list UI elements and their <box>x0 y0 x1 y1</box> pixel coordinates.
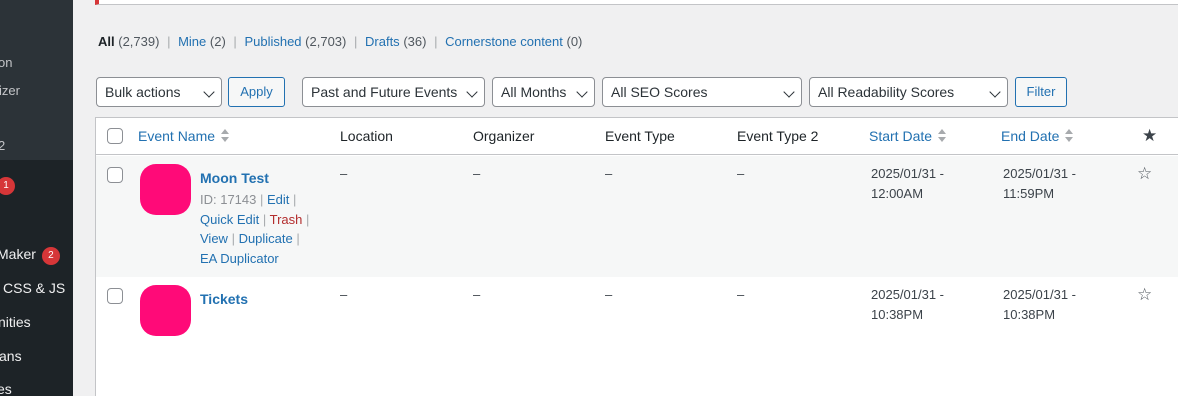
row-checkbox[interactable] <box>107 288 123 304</box>
event-type-cell: – <box>605 166 613 181</box>
row-actions: ID: 17143 | Edit | Quick Edit | Trash | … <box>200 192 310 266</box>
sidebar-submenu <box>0 0 73 160</box>
sidebar-item-css-js[interactable]: CSS & JS <box>3 280 65 296</box>
end-date-cell: 2025/01/31 - 11:59PM <box>1003 164 1076 203</box>
chevron-down-icon <box>203 86 215 98</box>
sidebar-item-es[interactable]: es <box>0 381 12 396</box>
sort-icon <box>937 129 947 143</box>
event-title-link[interactable]: Moon Test <box>200 170 269 186</box>
view-all-label[interactable]: All <box>98 34 115 49</box>
organizer-cell: – <box>473 287 481 302</box>
select-value: Bulk actions <box>105 84 181 100</box>
column-start-date[interactable]: Start Date <box>869 128 947 144</box>
start-date: 2025/01/31 - <box>871 166 945 181</box>
sidebar-item-1[interactable]: izer <box>0 83 20 98</box>
start-time: 12:00AM <box>871 185 924 201</box>
event-scope-select[interactable]: Past and Future Events <box>302 77 485 107</box>
view-cornerstone-link[interactable]: Cornerstone content <box>445 34 563 49</box>
view-all-count: (2,739) <box>118 34 160 49</box>
notification-badge: 1 <box>0 177 15 195</box>
end-time: 11:59PM <box>1003 185 1055 201</box>
select-value: Past and Future Events <box>311 84 458 100</box>
organizer-cell: – <box>473 166 481 181</box>
post-status-views: All (2,739) | Mine (2) | Published (2,70… <box>98 34 583 49</box>
update-badge: 2 <box>41 247 60 265</box>
start-date-cell: 2025/01/31 - 12:00AM <box>871 164 944 203</box>
quick-edit-link[interactable]: Quick Edit <box>200 212 259 227</box>
end-date: 2025/01/31 - <box>1003 287 1077 302</box>
end-date-cell: 2025/01/31 - 10:38PM <box>1003 285 1076 324</box>
start-time: 10:38PM <box>871 306 924 322</box>
location-cell: – <box>340 166 348 181</box>
sidebar-item-0[interactable]: on <box>0 55 12 70</box>
trash-link[interactable]: Trash <box>270 212 303 227</box>
event-type-2-cell: – <box>737 287 745 302</box>
column-event-name[interactable]: Event Name <box>138 128 230 144</box>
column-end-date[interactable]: End Date <box>1001 128 1074 144</box>
apply-button[interactable]: Apply <box>228 77 285 107</box>
view-drafts-count: (36) <box>403 34 427 49</box>
readability-score-select[interactable]: All Readability Scores <box>809 77 1008 107</box>
table-header: Event Name Location Organizer Event Type… <box>96 118 1178 155</box>
column-label: Event Name <box>138 128 216 144</box>
start-date-cell: 2025/01/31 - 10:38PM <box>871 285 944 324</box>
location-cell: – <box>340 287 348 302</box>
duplicate-link[interactable]: Duplicate <box>239 231 293 246</box>
star-outline-icon[interactable]: ☆ <box>1137 165 1152 182</box>
column-event-type-2: Event Type 2 <box>737 128 819 144</box>
view-published-link[interactable]: Published <box>244 34 301 49</box>
table-row: Moon Test ID: 17143 | Edit | Quick Edit … <box>96 156 1178 277</box>
ea-duplicator-link[interactable]: EA Duplicator <box>200 251 279 266</box>
event-thumbnail <box>140 285 191 336</box>
event-thumbnail <box>140 164 191 215</box>
column-label: End Date <box>1001 128 1060 144</box>
column-event-type: Event Type <box>605 128 675 144</box>
end-time: 10:38PM <box>1003 306 1056 322</box>
table-row: Tickets – – – – 2025/01/31 - 10:38PM 2025… <box>96 277 1178 396</box>
view-published-count: (2,703) <box>305 34 347 49</box>
column-organizer: Organizer <box>473 128 535 144</box>
admin-sidebar: on izer 2 1 Maker 2 CSS & JS nities ans e… <box>0 0 73 396</box>
view-mine-link[interactable]: Mine <box>178 34 206 49</box>
admin-notice-edge <box>95 0 1178 5</box>
select-value: All SEO Scores <box>611 84 708 100</box>
sidebar-badge-item[interactable]: 1 <box>0 177 15 195</box>
column-label: Start Date <box>869 128 933 144</box>
sidebar-item-ans[interactable]: ans <box>0 348 22 364</box>
star-outline-icon[interactable]: ☆ <box>1137 286 1152 303</box>
chevron-down-icon <box>989 86 1001 98</box>
sidebar-item-2[interactable]: 2 <box>0 138 5 153</box>
sidebar-item-maker[interactable]: Maker 2 <box>0 246 60 265</box>
event-id: ID: 17143 <box>200 192 257 207</box>
view-cornerstone-count: (0) <box>566 34 583 49</box>
sort-icon <box>220 129 230 143</box>
chevron-down-icon <box>576 86 588 98</box>
event-type-2-cell: – <box>737 166 745 181</box>
row-checkbox[interactable] <box>107 167 123 183</box>
end-date: 2025/01/31 - <box>1003 166 1077 181</box>
filter-button[interactable]: Filter <box>1015 77 1067 107</box>
star-icon[interactable]: ★ <box>1142 127 1157 144</box>
sort-icon <box>1064 129 1074 143</box>
edit-link[interactable]: Edit <box>267 192 289 207</box>
select-all-checkbox[interactable] <box>107 128 123 144</box>
sidebar-item-nities[interactable]: nities <box>0 314 31 330</box>
select-value: All Months <box>501 84 567 100</box>
months-select[interactable]: All Months <box>492 77 595 107</box>
column-location: Location <box>340 128 393 144</box>
chevron-down-icon <box>466 86 478 98</box>
events-table: Event Name Location Organizer Event Type… <box>95 117 1178 396</box>
view-mine-count: (2) <box>209 34 226 49</box>
bulk-actions-select[interactable]: Bulk actions <box>96 77 222 107</box>
view-link[interactable]: View <box>200 231 228 246</box>
sidebar-item-label: Maker <box>0 246 36 262</box>
select-value: All Readability Scores <box>818 84 955 100</box>
event-title-link[interactable]: Tickets <box>200 291 248 307</box>
event-type-cell: – <box>605 287 613 302</box>
seo-score-select[interactable]: All SEO Scores <box>602 77 802 107</box>
view-drafts-link[interactable]: Drafts <box>365 34 400 49</box>
chevron-down-icon <box>783 86 795 98</box>
start-date: 2025/01/31 - <box>871 287 945 302</box>
